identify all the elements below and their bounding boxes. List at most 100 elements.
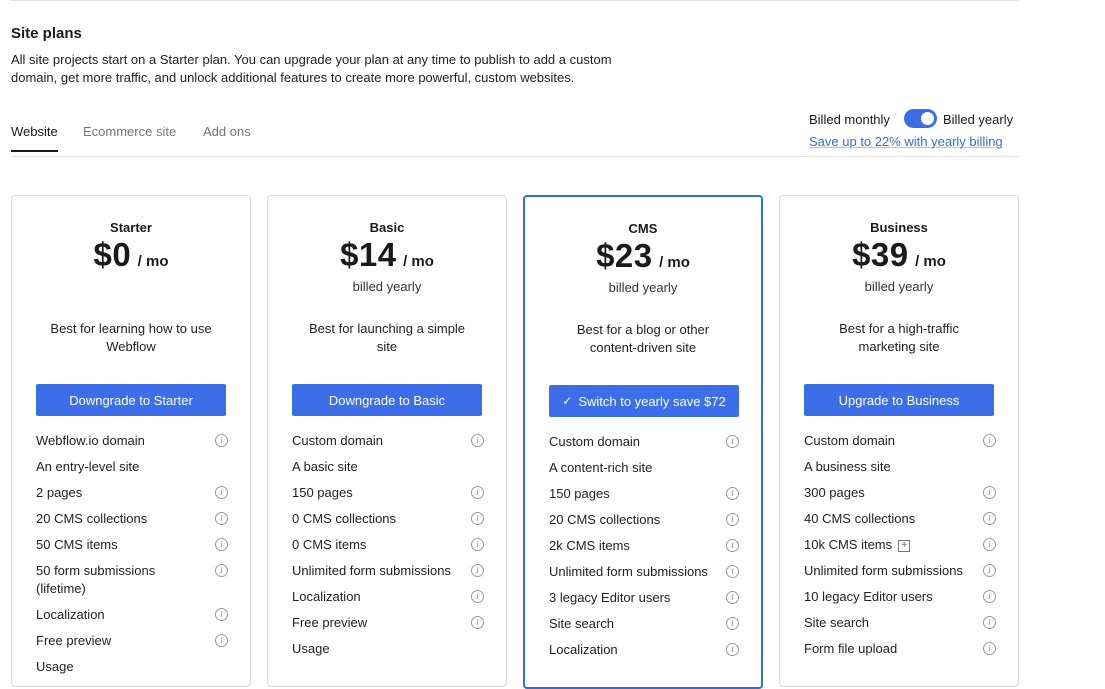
info-icon[interactable]: i (215, 512, 228, 525)
info-icon[interactable]: i (471, 616, 484, 629)
plan-price: $0 (93, 236, 132, 273)
feature-item: Free preview i (36, 632, 232, 650)
plan-name: Starter (110, 220, 152, 235)
billed-monthly-label: Billed monthly (809, 112, 890, 127)
plus-icon[interactable]: + (898, 539, 911, 552)
billed-yearly-note: billed yearly (608, 280, 678, 295)
feature-label: 2 pages (36, 485, 83, 500)
feature-item: Webflow.io domain i (36, 432, 232, 450)
feature-label: Unlimited form submissions (804, 563, 963, 578)
info-icon[interactable]: i (726, 591, 739, 604)
info-icon[interactable]: i (215, 634, 228, 647)
info-icon[interactable]: i (983, 512, 996, 525)
switch-to-yearly-button[interactable]: ✓ Switch to yearly save $72 (549, 385, 739, 417)
feature-label: 150 pages (549, 486, 610, 501)
tab-add-ons[interactable]: Add ons (203, 124, 251, 149)
feature-item: 0 CMS collections i (292, 510, 488, 528)
info-icon[interactable]: i (983, 434, 996, 447)
feature-item: Localization i (549, 641, 743, 659)
feature-label: Usage (292, 641, 330, 656)
top-divider (11, 0, 1019, 1)
info-icon[interactable]: i (471, 434, 484, 447)
feature-label: 300 pages (804, 485, 865, 500)
info-icon[interactable]: i (983, 616, 996, 629)
page-description: All site projects start on a Starter pla… (11, 51, 691, 87)
feature-label: 0 CMS collections (292, 511, 397, 526)
info-icon[interactable]: i (726, 539, 739, 552)
info-icon[interactable]: i (215, 564, 228, 577)
feature-item: Custom domain i (292, 432, 488, 450)
plan-card-cms: CMS $23 / mo billed yearly Best for a bl… (523, 195, 763, 689)
feature-item: A basic site (292, 458, 488, 476)
info-icon[interactable]: i (726, 435, 739, 448)
feature-label: Unlimited form submissions (292, 563, 451, 578)
info-icon[interactable]: i (471, 590, 484, 603)
tagline-line: Best for learning how to use (50, 321, 212, 336)
plan-tagline: Best for learning how to use Webflow (32, 320, 230, 356)
feature-label: Custom domain (804, 433, 896, 448)
feature-label: Site search (804, 615, 870, 630)
tab-ecommerce-site[interactable]: Ecommerce site (83, 124, 176, 149)
feature-item: Custom domain i (804, 432, 1000, 450)
feature-item: 40 CMS collections i (804, 510, 1000, 528)
info-icon[interactable]: i (471, 538, 484, 551)
tab-website[interactable]: Website (11, 124, 58, 152)
info-icon[interactable]: i (983, 486, 996, 499)
tagline-line: marketing site (858, 339, 940, 354)
feature-item: 2 pages i (36, 484, 232, 502)
feature-item: 50 form submissions (lifetime) i (36, 562, 232, 598)
plan-price: $23 (596, 237, 653, 274)
info-icon[interactable]: i (471, 512, 484, 525)
feature-label: 50 CMS items (36, 537, 118, 552)
feature-item: Usage (36, 658, 232, 676)
feature-item: Site search i (549, 615, 743, 633)
yearly-savings-link[interactable]: Save up to 22% with yearly billing (809, 134, 1003, 149)
downgrade-to-basic-button[interactable]: Downgrade to Basic (292, 384, 482, 416)
price-period: / mo (403, 253, 434, 270)
plan-tagline: Best for a blog or other content-driven s… (545, 321, 741, 357)
info-icon[interactable]: i (726, 565, 739, 578)
feature-label: Form file upload (804, 641, 898, 656)
info-icon[interactable]: i (215, 434, 228, 447)
feature-label: 10k CMS items (804, 537, 893, 552)
info-icon[interactable]: i (983, 642, 996, 655)
feature-item: 150 pages i (549, 485, 743, 503)
info-icon[interactable]: i (471, 564, 484, 577)
info-icon[interactable]: i (215, 486, 228, 499)
feature-label: 20 CMS collections (36, 511, 148, 526)
info-icon[interactable]: i (726, 617, 739, 630)
feature-label: Usage (36, 659, 74, 674)
upgrade-to-business-button[interactable]: Upgrade to Business (804, 384, 994, 416)
feature-item: 50 CMS items i (36, 536, 232, 554)
feature-label: A content-rich site (549, 460, 653, 475)
info-icon[interactable]: i (726, 487, 739, 500)
billing-toggle[interactable] (904, 109, 937, 128)
tagline-line: Best for launching a simple (308, 321, 466, 336)
feature-label: Free preview (292, 615, 368, 630)
info-icon[interactable]: i (471, 486, 484, 499)
feature-item: Form file upload i (804, 640, 1000, 658)
feature-label: 20 CMS collections (549, 512, 661, 527)
billed-yearly-note: billed yearly (352, 279, 422, 294)
info-icon[interactable]: i (215, 538, 228, 551)
feature-label: An entry-level site (36, 459, 140, 474)
info-icon[interactable]: i (726, 643, 739, 656)
price-period: / mo (137, 253, 169, 270)
feature-item: Custom domain i (549, 433, 743, 451)
plan-price: $14 (340, 236, 397, 273)
feature-label: (lifetime) (36, 581, 86, 596)
info-icon[interactable]: i (983, 538, 996, 551)
feature-item: 3 legacy Editor users i (549, 589, 743, 607)
feature-item: 20 CMS collections i (36, 510, 232, 528)
feature-label: Localization (292, 589, 361, 604)
info-icon[interactable]: i (983, 564, 996, 577)
feature-label: Localization (36, 607, 105, 622)
check-icon: ✓ (562, 394, 573, 408)
description-line: domain, get more traffic, and unlock add… (11, 70, 575, 85)
downgrade-to-starter-button[interactable]: Downgrade to Starter (36, 384, 226, 416)
feature-item: 20 CMS collections i (549, 511, 743, 529)
info-icon[interactable]: i (726, 513, 739, 526)
feature-item: 300 pages i (804, 484, 1000, 502)
info-icon[interactable]: i (983, 590, 996, 603)
info-icon[interactable]: i (215, 608, 228, 621)
